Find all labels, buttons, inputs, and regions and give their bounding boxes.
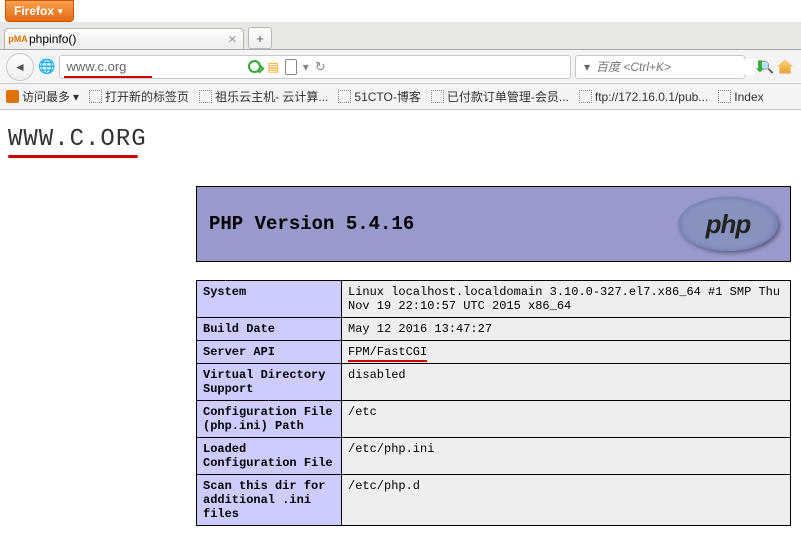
dropdown-icon[interactable]: ▾ [303, 60, 309, 74]
bookmark-icon [89, 90, 102, 103]
bookmark-ftp[interactable]: ftp://172.16.0.1/pub... [579, 90, 708, 104]
url-bar[interactable]: ▤ ▾ ↻ [59, 55, 571, 79]
page-hostname: WWW.C.ORG [8, 126, 793, 153]
rss-icon[interactable]: ▤ [267, 60, 278, 74]
bookmark-index[interactable]: Index [718, 90, 763, 104]
info-value: disabled [342, 364, 791, 401]
bookmark-51cto[interactable]: 51CTO-博客 [338, 88, 420, 105]
url-input[interactable] [64, 58, 244, 75]
phpinfo-header: PHP Version 5.4.16 php [196, 186, 791, 262]
dropdown-icon: ▾ [73, 90, 79, 104]
share-icon[interactable] [248, 60, 261, 73]
phpinfo-table: SystemLinux localhost.localdomain 3.10.0… [196, 280, 791, 526]
info-key: Scan this dir for additional .ini files [197, 475, 342, 526]
bookmarks-bar: 访问最多 ▾ 打开新的标签页 祖乐云主机- 云计算... 51CTO-博客 已付… [0, 84, 801, 110]
tab-strip: pMA phpinfo() ✕ + [0, 22, 801, 50]
table-row: Scan this dir for additional .ini files/… [197, 475, 791, 526]
bookmark-most-visited[interactable]: 访问最多 ▾ [6, 88, 79, 105]
table-row: SystemLinux localhost.localdomain 3.10.0… [197, 281, 791, 318]
table-row: Loaded Configuration File/etc/php.ini [197, 438, 791, 475]
info-key: Server API [197, 341, 342, 364]
page-content: WWW.C.ORG PHP Version 5.4.16 php SystemL… [0, 110, 801, 536]
reload-icon[interactable]: ↻ [315, 59, 326, 75]
bookmark-icon [199, 90, 212, 103]
bookmark-newtab[interactable]: 打开新的标签页 [89, 88, 189, 105]
url-icons: ▤ ▾ ↻ [248, 59, 325, 75]
new-tab-button[interactable]: + [248, 27, 272, 49]
info-value: FPM/FastCGI [342, 341, 791, 364]
globe-icon: 🌐 [38, 58, 55, 75]
info-key: System [197, 281, 342, 318]
tab-title: phpinfo() [29, 32, 76, 46]
home-button[interactable] [775, 57, 795, 77]
firefox-menu-button[interactable]: Firefox [5, 0, 74, 22]
device-icon[interactable] [285, 59, 297, 75]
table-row: Configuration File (php.ini) Path/etc [197, 401, 791, 438]
table-row: Virtual Directory Supportdisabled [197, 364, 791, 401]
table-row: Build DateMay 12 2016 13:47:27 [197, 318, 791, 341]
back-button[interactable]: ◄ [6, 53, 34, 81]
info-value: /etc [342, 401, 791, 438]
close-tab-icon[interactable]: ✕ [228, 33, 237, 46]
bookmark-icon [338, 90, 351, 103]
info-value: /etc/php.ini [342, 438, 791, 475]
annotation-underline [8, 155, 138, 158]
search-dropdown-icon[interactable]: ▾ [584, 60, 590, 74]
info-key: Build Date [197, 318, 342, 341]
bookmark-icon [431, 90, 444, 103]
bookmark-icon [579, 90, 592, 103]
bookmark-icon [6, 90, 19, 103]
info-key: Loaded Configuration File [197, 438, 342, 475]
info-value: Linux localhost.localdomain 3.10.0-327.e… [342, 281, 791, 318]
bookmark-zuleyun[interactable]: 祖乐云主机- 云计算... [199, 88, 328, 105]
tab-phpinfo[interactable]: pMA phpinfo() ✕ [4, 28, 244, 49]
info-key: Virtual Directory Support [197, 364, 342, 401]
php-logo: php [678, 197, 778, 251]
search-input[interactable] [594, 59, 755, 75]
nav-bar: ◄ 🌐 ▤ ▾ ↻ ▾ 🔍 ⬇ [0, 50, 801, 84]
table-row: Server APIFPM/FastCGI [197, 341, 791, 364]
phpinfo-container: PHP Version 5.4.16 php SystemLinux local… [196, 186, 791, 526]
downloads-button[interactable]: ⬇ [749, 56, 771, 78]
info-key: Configuration File (php.ini) Path [197, 401, 342, 438]
info-value: May 12 2016 13:47:27 [342, 318, 791, 341]
search-box[interactable]: ▾ 🔍 [575, 55, 745, 79]
phpmyadmin-icon: pMA [11, 32, 25, 46]
bookmark-icon [718, 90, 731, 103]
bookmark-orders[interactable]: 已付款订单管理-会员... [431, 88, 569, 105]
info-value: /etc/php.d [342, 475, 791, 526]
php-version-title: PHP Version 5.4.16 [209, 213, 414, 235]
